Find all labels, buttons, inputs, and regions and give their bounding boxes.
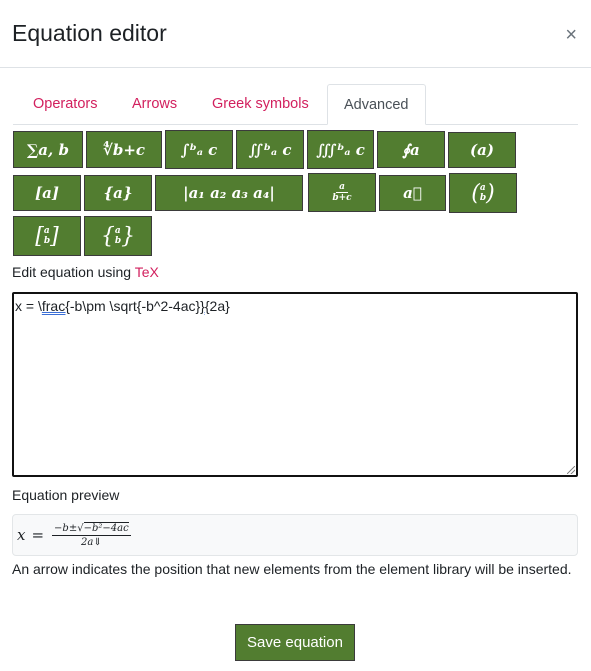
element-triple-integral-button[interactable]: ∭ᵇₐ c bbox=[307, 130, 374, 169]
element-fraction-button[interactable]: a b+c bbox=[308, 173, 376, 212]
element-binomial-button[interactable]: ( a b ) bbox=[449, 173, 517, 213]
element-bracket-matrix-button[interactable]: [ a b ] bbox=[13, 216, 81, 256]
save-equation-button[interactable]: Save equation bbox=[235, 624, 355, 661]
dialog-title: Equation editor bbox=[12, 20, 167, 46]
preview-math: x = −b±√−b²−4ac 2a⇓ bbox=[17, 521, 131, 548]
tab-bar: Operators Arrows Greek symbols Advanced bbox=[13, 84, 578, 125]
element-nth-root-button[interactable]: ∜b+c bbox=[86, 131, 162, 168]
help-text: An arrow indicates the position that new… bbox=[12, 561, 572, 577]
element-contour-integral-button[interactable]: ∮a bbox=[377, 131, 445, 168]
equation-preview: x = −b±√−b²−4ac 2a⇓ bbox=[12, 514, 578, 556]
preview-fraction: −b±√−b²−4ac 2a⇓ bbox=[52, 521, 131, 548]
element-brackets-button[interactable]: [a] bbox=[13, 175, 81, 211]
tex-link[interactable]: TeX bbox=[135, 264, 159, 280]
close-icon[interactable]: × bbox=[565, 25, 577, 45]
tab-greek-symbols[interactable]: Greek symbols bbox=[196, 84, 325, 124]
element-sum-button[interactable]: ∑a, b bbox=[13, 131, 83, 168]
element-determinant-button[interactable]: |a₁ a₂ a₃ a₄| bbox=[155, 175, 303, 211]
element-integral-button[interactable]: ∫ᵇₐ c bbox=[165, 130, 233, 169]
fraction-numerator: a bbox=[336, 182, 348, 193]
element-double-integral-button[interactable]: ∬ᵇₐ c bbox=[236, 130, 304, 169]
fraction-denominator: b+c bbox=[332, 193, 352, 203]
element-parentheses-button[interactable]: (a) bbox=[448, 132, 516, 168]
element-vector-button[interactable]: a⃗ bbox=[379, 175, 446, 211]
tab-arrows[interactable]: Arrows bbox=[116, 84, 193, 124]
tab-operators[interactable]: Operators bbox=[17, 84, 113, 124]
element-brace-matrix-button[interactable]: { a b } bbox=[84, 216, 152, 256]
equation-tex-input[interactable]: x = \frac{-b\pm \sqrt{-b^2-4ac}}{2a} bbox=[12, 292, 578, 477]
tab-advanced[interactable]: Advanced bbox=[327, 84, 426, 125]
dialog-header: Equation editor × bbox=[0, 0, 591, 68]
element-braces-button[interactable]: {a} bbox=[84, 175, 152, 211]
resize-handle[interactable] bbox=[567, 466, 575, 474]
editor-label: Edit equation using TeX bbox=[12, 264, 159, 280]
preview-label: Equation preview bbox=[12, 487, 120, 503]
